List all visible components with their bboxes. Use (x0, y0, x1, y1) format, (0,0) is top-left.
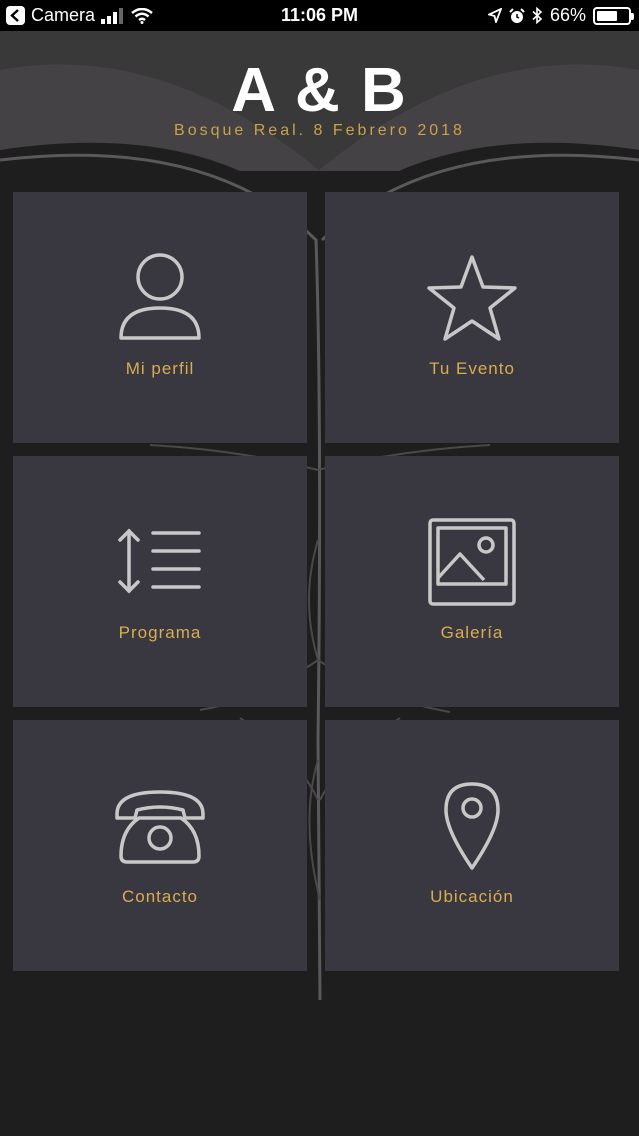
alarm-clock-icon (509, 7, 525, 23)
telephone-icon (115, 789, 205, 864)
battery-level-fill (597, 10, 617, 21)
tile-label: Tu Evento (429, 359, 515, 378)
location-pin-icon (444, 781, 500, 870)
event-title: A & B (231, 56, 408, 125)
tile-mi-perfil[interactable]: Mi perfil (13, 192, 307, 443)
picture-icon (428, 517, 516, 606)
tile-label: Contacto (121, 887, 199, 906)
tile-galeria[interactable]: Galería (325, 456, 619, 707)
tile-label: Ubicación (430, 887, 514, 906)
status-bar: Camera 11:06 PM 66% (0, 0, 639, 31)
app-screen: Camera 11:06 PM 66% A & B Bosque Real. 8… (0, 0, 639, 1136)
tile-label: Programa (118, 623, 202, 642)
star-icon (427, 254, 517, 341)
status-right: 66% (487, 5, 634, 26)
tile-label: Mi perfil (125, 359, 195, 378)
tile-ubicacion[interactable]: Ubicación (325, 720, 619, 971)
tile-contacto[interactable]: Contacto (13, 720, 307, 971)
bluetooth-icon (532, 7, 543, 24)
tile-tu-evento[interactable]: Tu Evento (325, 192, 619, 443)
list-sort-icon (118, 528, 201, 593)
tile-label: Galería (440, 623, 504, 642)
tile-programa[interactable]: Programa (13, 456, 307, 707)
menu-grid: Mi perfil Tu Evento Programa Galería Con… (13, 192, 619, 971)
location-arrow-icon (487, 8, 502, 23)
battery-percentage: 66% (549, 5, 586, 25)
event-header: A & B Bosque Real. 8 Febrero 2018 (0, 58, 639, 140)
battery-icon (593, 6, 634, 25)
event-subtitle: Bosque Real. 8 Febrero 2018 (174, 122, 465, 139)
person-icon (119, 253, 201, 340)
